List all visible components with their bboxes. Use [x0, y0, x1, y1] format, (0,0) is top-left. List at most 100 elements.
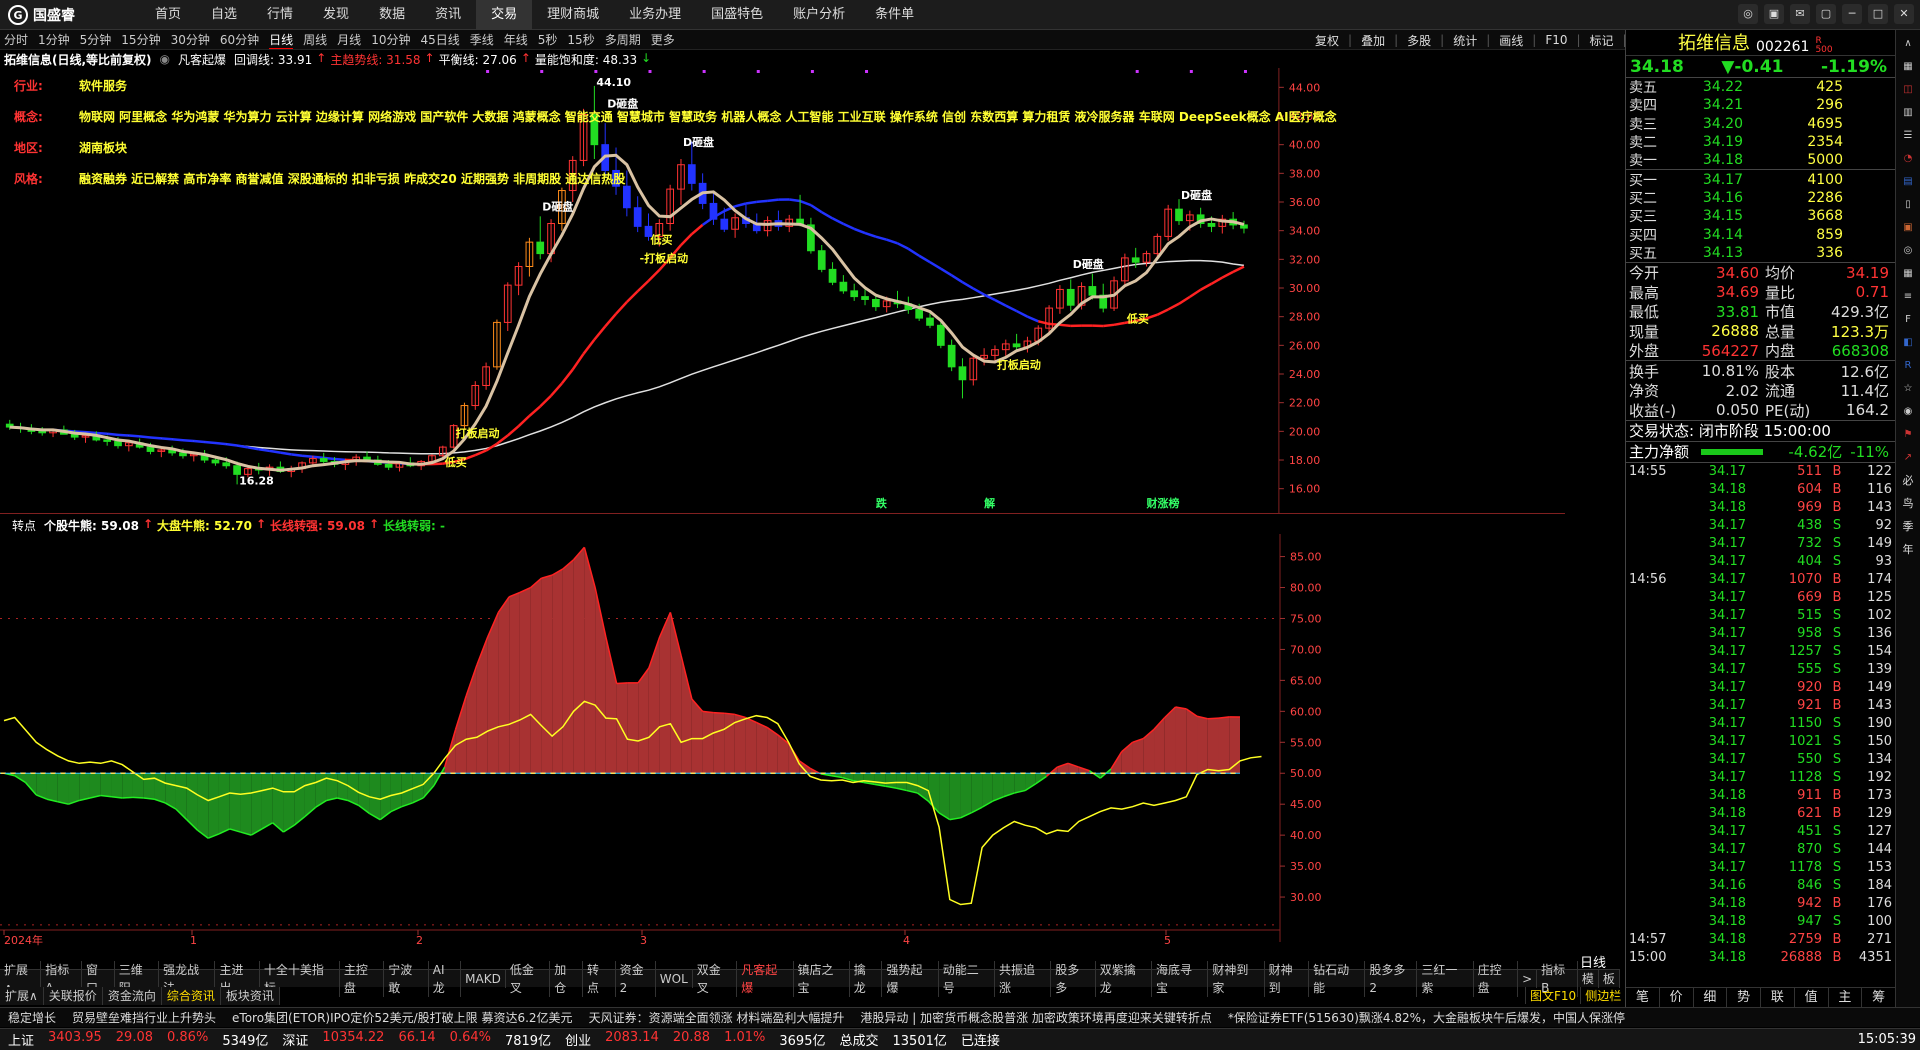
quote-tab[interactable]: 细: [1694, 988, 1728, 1007]
menu-item[interactable]: 业务办理: [614, 0, 696, 30]
window-button-icon[interactable]: □: [1868, 4, 1888, 24]
table-icon[interactable]: ▤: [1900, 173, 1917, 190]
period-tab[interactable]: 10分钟: [371, 31, 410, 48]
box-icon[interactable]: ▣: [1900, 219, 1917, 236]
page-icon[interactable]: ▯: [1900, 196, 1917, 213]
quote-tab[interactable]: 主: [1829, 988, 1863, 1007]
indicator-title[interactable]: 转点: [12, 517, 36, 534]
window-button-icon[interactable]: ✉: [1790, 4, 1810, 24]
chart-tool-button[interactable]: 多股: [1402, 32, 1436, 49]
menu-item[interactable]: 国盛特色: [696, 0, 778, 30]
period-tab[interactable]: 5秒: [538, 31, 558, 48]
panel-tab[interactable]: 侧边栏: [1580, 987, 1625, 1004]
sidebar-text-button[interactable]: 鸟: [1900, 495, 1917, 512]
chart-indicator-name[interactable]: 凡客起爆: [178, 51, 226, 68]
period-tab[interactable]: 月线: [337, 31, 361, 48]
indicator-tab[interactable]: 庄控盘: [1474, 960, 1519, 997]
indicator-tab[interactable]: 财神到家: [1208, 960, 1265, 997]
indicator-tab[interactable]: 双紫擒龙: [1096, 960, 1153, 997]
chart-tool-button[interactable]: 统计: [1448, 32, 1482, 49]
period-tab[interactable]: 15秒: [567, 31, 594, 48]
indicator-tab[interactable]: >: [1518, 969, 1538, 988]
info-tab[interactable]: 资金流向: [103, 987, 162, 1005]
grid2-icon[interactable]: ▦: [1900, 265, 1917, 282]
news-item[interactable]: 港股异动 | 加密货币概念股普涨 加密政策环境再度迎来关键转折点: [852, 1009, 1220, 1026]
chart-tool-button[interactable]: 叠加: [1356, 32, 1390, 49]
indicator-tab[interactable]: 财神到: [1265, 960, 1310, 997]
indicator-tab[interactable]: 动能二号: [939, 960, 996, 997]
indicator-tab[interactable]: 擒龙: [850, 960, 883, 997]
menu-item[interactable]: 资讯: [420, 0, 476, 30]
info-tab[interactable]: 扩展∧: [0, 987, 44, 1005]
sidebar-text-button[interactable]: 季: [1900, 518, 1917, 535]
list-icon[interactable]: ☰: [1900, 127, 1917, 144]
bell-icon[interactable]: ◉: [1900, 403, 1917, 420]
news-item[interactable]: eToro集团(ETOR)IPO定价52美元/股打破上限 募资达6.2亿美元: [224, 1009, 581, 1026]
period-tab[interactable]: 15分钟: [121, 31, 160, 48]
period-tab[interactable]: 周线: [303, 31, 327, 48]
period-tab[interactable]: 日线: [269, 31, 294, 49]
period-tab[interactable]: 1分钟: [38, 31, 70, 48]
chart-tool-button[interactable]: 标记: [1585, 32, 1619, 49]
period-tab[interactable]: 季线: [470, 31, 494, 48]
indicator-tab[interactable]: 转点: [583, 960, 616, 997]
menu-icon[interactable]: ≡: [1900, 288, 1917, 305]
indicator-tab[interactable]: 三红一紫: [1417, 960, 1474, 997]
indicator-area-chart[interactable]: 30.00 35.00 40.00 45.00 50.00 55.00 60.00 65.00…: [0, 534, 1565, 952]
period-tab[interactable]: 5分钟: [80, 31, 112, 48]
rsi-icon[interactable]: R: [1900, 357, 1917, 374]
quote-tab[interactable]: 值: [1795, 988, 1829, 1007]
menu-item[interactable]: 交易: [476, 0, 533, 30]
indicator-tab[interactable]: 海底寻宝: [1152, 960, 1209, 997]
menu-item[interactable]: 账户分析: [778, 0, 860, 30]
period-tab[interactable]: 更多: [651, 31, 675, 48]
indicator-tab[interactable]: 板: [1599, 969, 1620, 988]
period-tab[interactable]: 年线: [504, 31, 528, 48]
window-button-icon[interactable]: ▢: [1816, 4, 1836, 24]
indicator-tab[interactable]: 主控盘: [340, 960, 385, 997]
indicator-settings-icon[interactable]: ◉: [160, 52, 170, 66]
window-button-icon[interactable]: ✕: [1894, 4, 1914, 24]
quote-tab[interactable]: 筹: [1862, 988, 1896, 1007]
indicator-tab[interactable]: 股多多2: [1365, 960, 1418, 997]
sidebar-text-button[interactable]: 必: [1900, 472, 1917, 489]
menu-item[interactable]: 数据: [364, 0, 420, 30]
indicator-tab[interactable]: 凡客起爆: [737, 960, 794, 997]
menu-item[interactable]: 首页: [140, 0, 196, 30]
period-tab[interactable]: 60分钟: [220, 31, 259, 48]
quote-tab[interactable]: 联: [1761, 988, 1795, 1007]
news-item[interactable]: 稳定增长: [0, 1009, 64, 1026]
info-tab[interactable]: 板块资讯: [221, 987, 280, 1005]
panel-tab[interactable]: 图文F10: [1525, 987, 1580, 1004]
sidebar-text-button[interactable]: 年: [1900, 541, 1917, 558]
window-button-icon[interactable]: ◎: [1738, 4, 1758, 24]
menu-item[interactable]: 发现: [308, 0, 364, 30]
indicator-tab[interactable]: 股多多: [1051, 960, 1096, 997]
indicator-tab[interactable]: MAKD: [461, 969, 506, 988]
grid-icon[interactable]: ▦: [1900, 58, 1917, 75]
target-icon[interactable]: ◎: [1900, 242, 1917, 259]
info-tab[interactable]: 关联报价: [44, 987, 103, 1005]
indicator-tab[interactable]: 双金叉: [693, 960, 738, 997]
bars-icon[interactable]: ▥: [1900, 104, 1917, 121]
news-item[interactable]: *保险证券ETF(515630)飘涨4.82%，大金融板块午后爆发，中国人保涨停: [1220, 1009, 1633, 1026]
period-tab[interactable]: 45日线: [420, 31, 459, 48]
indicator-tab[interactable]: 低金叉: [506, 960, 551, 997]
window-button-icon[interactable]: ▣: [1764, 4, 1784, 24]
quote-tab[interactable]: 价: [1660, 988, 1694, 1007]
info-tab[interactable]: 综合资讯: [162, 987, 221, 1005]
indicator-tab[interactable]: 强势起爆: [882, 960, 939, 997]
period-tab[interactable]: 多周期: [605, 31, 641, 48]
chart-tool-button[interactable]: 复权: [1310, 32, 1344, 49]
quote-tab[interactable]: 势: [1727, 988, 1761, 1007]
layers-icon[interactable]: ◧: [1900, 334, 1917, 351]
indicator-tab[interactable]: 镇店之宝: [794, 960, 850, 997]
quote-tab[interactable]: 笔: [1626, 988, 1660, 1007]
indicator-tab[interactable]: 资金2: [616, 960, 656, 997]
pie-icon[interactable]: ◔: [1900, 150, 1917, 167]
menu-item[interactable]: 理财商城: [532, 0, 614, 30]
flag-icon[interactable]: ⚑: [1900, 426, 1917, 443]
indicator-tab[interactable]: 共振追涨: [995, 960, 1052, 997]
f10-icon[interactable]: F: [1900, 311, 1917, 328]
indicator-tab[interactable]: 宁波敢: [384, 960, 429, 997]
